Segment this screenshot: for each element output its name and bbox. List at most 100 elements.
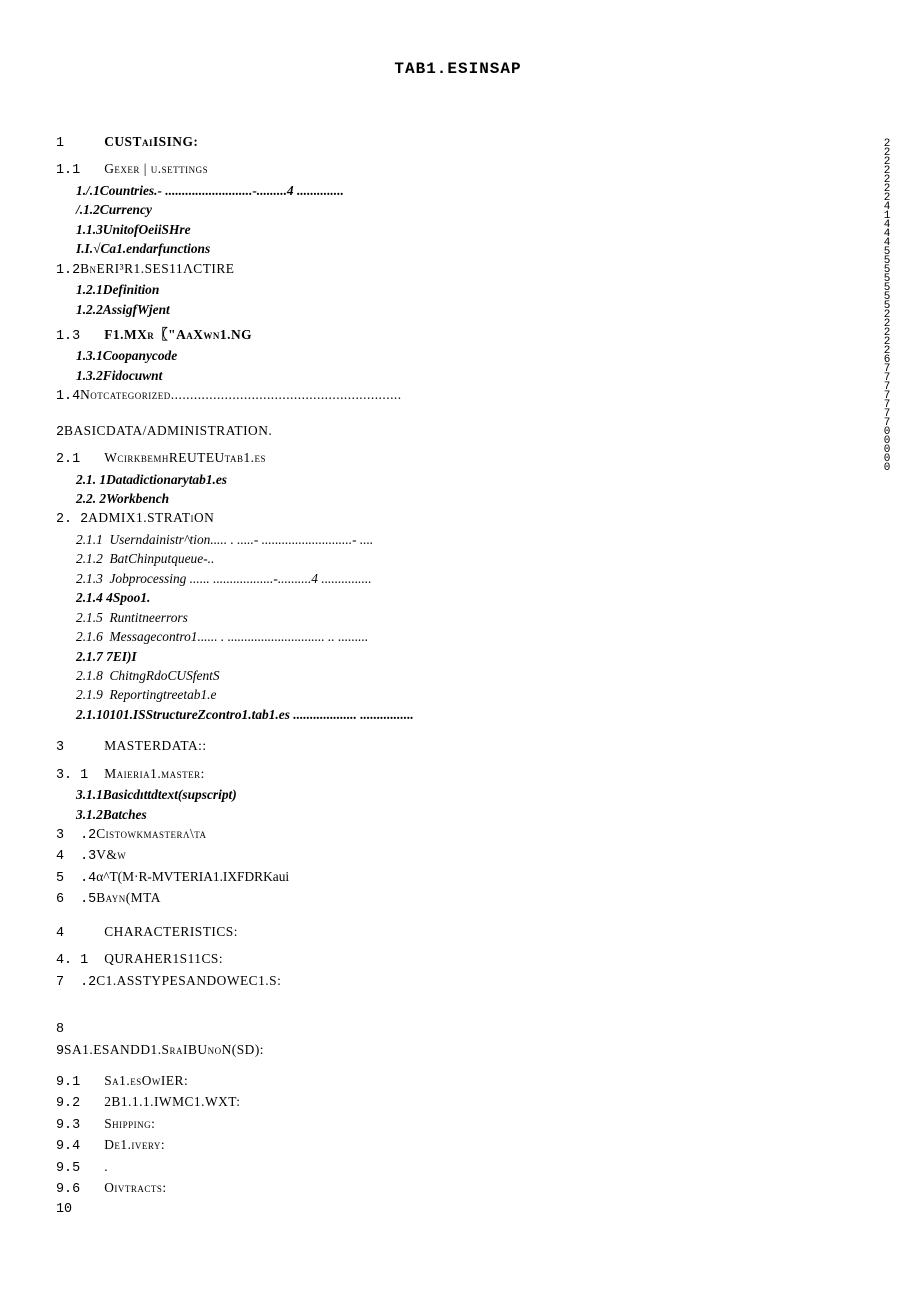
toc-label: QURAHER1S11CS:	[104, 949, 223, 968]
toc-number: 1	[56, 134, 104, 153]
toc-label: 2.1.5 Runtitneerrors	[76, 608, 191, 627]
toc-entry: 2.2. 2Workbench	[56, 489, 860, 508]
toc-number: 3 .2	[56, 826, 96, 845]
toc-entry: 2.1 WcirkbemhREUTEUtab1.es	[56, 448, 860, 469]
table-of-contents: 1 CUSTaiISING:1.1 Gexer | u.settings1./.…	[56, 132, 860, 1219]
toc-label: Notcategorized..........................…	[80, 385, 402, 404]
toc-label: 3.1.1Basicdıttdtext(supscript)	[76, 785, 240, 804]
toc-label: 2.1. 1Datadictionarytab1.es	[76, 470, 230, 489]
toc-label: ADMIX1.STRATiON	[88, 508, 218, 527]
toc-label: 2.1.4 4Spoo1.	[76, 588, 154, 607]
toc-entry: 8	[56, 1020, 860, 1039]
toc-entry: 2.1.6 Messagecontro1...... . ...........…	[56, 627, 860, 646]
toc-label: 2.1.10101.ISStructureZcontro1.tab1.es ..…	[76, 705, 414, 724]
toc-entry: 7 .2C1.ASSTYPESANDOWEC1.S:	[56, 971, 860, 992]
toc-label: CUSTaiISING:	[104, 132, 198, 151]
page-title: TAB1.ESINSAP	[56, 60, 860, 78]
toc-entry: 2.1.4 4Spoo1.	[56, 588, 860, 607]
toc-label: V&w	[96, 845, 130, 864]
toc-label: I.I.√Ca1.endarfunctions	[76, 239, 214, 258]
toc-entry: 6 .5Bayn(MTA	[56, 888, 860, 909]
toc-entry: 9.2 2B1.1.1.IWMC1.WXT:	[56, 1092, 860, 1113]
toc-number: 1.3	[56, 327, 104, 346]
toc-number: 2. 2	[56, 510, 88, 529]
toc-number: 2.1	[56, 450, 104, 469]
toc-label: 2.1.6 Messagecontro1...... . ...........…	[76, 627, 368, 646]
toc-label: Bayn(MTA	[96, 888, 164, 907]
toc-number: 9.5	[56, 1159, 104, 1178]
toc-number: 6 .5	[56, 890, 96, 909]
toc-number: 1.1	[56, 161, 104, 180]
toc-entry: 1.2.1Definition	[56, 280, 860, 299]
toc-entry: /.1.2Currency	[56, 200, 860, 219]
toc-entry: 3.1.2Batches	[56, 805, 860, 824]
toc-number: 3	[56, 738, 104, 757]
toc-label: 2B1.1.1.IWMC1.WXT:	[104, 1092, 244, 1111]
toc-label: BASICDATA/ADMINISTRATION.	[64, 421, 276, 440]
toc-number: 9.4	[56, 1137, 104, 1156]
toc-number: 9.3	[56, 1116, 104, 1135]
toc-entry: 2BASICDATA/ADMINISTRATION.	[56, 421, 860, 442]
toc-entry: 2.1.5 Runtitneerrors	[56, 608, 860, 627]
toc-entry: 2.1.8 ChitngRdoCUSfentS	[56, 666, 860, 685]
toc-number: 4. 1	[56, 951, 104, 970]
toc-label: 1.2.2AssigfWjent	[76, 300, 173, 319]
toc-entry: 1.3 F1.MXr〖"AaXwn1.NG	[56, 325, 860, 346]
toc-label: 1.2.1Definition	[76, 280, 163, 299]
toc-entry: 2.1.7 7EI)I	[56, 647, 860, 666]
toc-entry: 1 CUSTaiISING:	[56, 132, 860, 153]
toc-label: WcirkbemhREUTEUtab1.es	[104, 448, 270, 467]
toc-entry: 9.5 .	[56, 1157, 860, 1178]
toc-entry: 2.1.1 Userndainistr^tion..... . .....- .…	[56, 530, 860, 549]
toc-number: 9	[56, 1042, 64, 1061]
toc-entry: 9.4 De1.ivery:	[56, 1135, 860, 1156]
toc-label: 1./.1Countries.- .......................…	[76, 181, 344, 200]
toc-entry: 2. 2ADMIX1.STRATiON	[56, 508, 860, 529]
toc-number: 7 .2	[56, 973, 96, 992]
toc-entry: 2.1.3 Jobprocessing ...... .............…	[56, 569, 860, 588]
toc-entry: 9SA1.ESANDD1.SraIBUnoN(SD):	[56, 1040, 860, 1061]
toc-entry: 4. 1 QURAHER1S11CS:	[56, 949, 860, 970]
toc-number: 1.4	[56, 387, 80, 406]
toc-number: 4	[56, 924, 104, 943]
toc-label: BnERI³R1.SES11ΛCTIRE	[80, 259, 238, 278]
toc-label: 2.1.9 Reportingtreetab1.e	[76, 685, 220, 704]
toc-entry: 10	[56, 1200, 860, 1219]
toc-entry: 4 CHARACTERISTICS:	[56, 922, 860, 943]
toc-entry: 2.1.9 Reportingtreetab1.e	[56, 685, 860, 704]
toc-entry: 2.1.10101.ISStructureZcontro1.tab1.es ..…	[56, 705, 860, 724]
toc-entry: 1.1.3UnitofOeiiSHre	[56, 220, 860, 239]
toc-label: F1.MXr〖"AaXwn1.NG	[104, 325, 256, 344]
toc-label: /.1.2Currency	[76, 200, 155, 219]
toc-label: Sa1.esOwIER:	[104, 1071, 192, 1090]
document-page: TAB1.ESINSAP 222222241444555555522222677…	[0, 0, 920, 1301]
toc-number: 9.1	[56, 1073, 104, 1092]
toc-label: Gexer | u.settings	[104, 159, 208, 178]
toc-entry: 3. 1 Maieria1.master:	[56, 764, 860, 785]
toc-label: MASTERDATA::	[104, 736, 206, 755]
toc-label: 2.1.8 ChitngRdoCUSfentS	[76, 666, 223, 685]
toc-entry: 1.2.2AssigfWjent	[56, 300, 860, 319]
toc-label: CHARACTERISTICS:	[104, 922, 242, 941]
toc-entry: 3 .2Cistowkmasterʌ\ta	[56, 824, 860, 845]
toc-entry: I.I.√Ca1.endarfunctions	[56, 239, 860, 258]
toc-number: 2	[56, 423, 64, 442]
toc-number: 8	[56, 1020, 104, 1039]
toc-entry: 1.2BnERI³R1.SES11ΛCTIRE	[56, 259, 860, 280]
toc-label: 1.3.2Fidocuwnt	[76, 366, 166, 385]
toc-label: 3.1.2Batches	[76, 805, 150, 824]
toc-number: 4 .3	[56, 847, 96, 866]
toc-label: 2.2. 2Workbench	[76, 489, 172, 508]
toc-label: 1.3.1Coopanycode	[76, 346, 181, 365]
toc-label: Shipping:	[104, 1114, 159, 1133]
toc-label: α^T(M·R-MVTERIA1.IXFDRKaui	[96, 867, 292, 886]
toc-entry: 9.1 Sa1.esOwIER:	[56, 1071, 860, 1092]
toc-label: SA1.ESANDD1.SraIBUnoN(SD):	[64, 1040, 264, 1059]
toc-entry: 3 MASTERDATA::	[56, 736, 860, 757]
toc-label: .	[104, 1157, 107, 1176]
toc-label: 2.1.1 Userndainistr^tion..... . .....- .…	[76, 530, 373, 549]
toc-entry: 1.3.2Fidocuwnt	[56, 366, 860, 385]
toc-label: Oivtracts:	[104, 1178, 170, 1197]
toc-label: 2.1.2 BatChinputqueue-..	[76, 549, 218, 568]
toc-entry: 1.1 Gexer | u.settings	[56, 159, 860, 180]
